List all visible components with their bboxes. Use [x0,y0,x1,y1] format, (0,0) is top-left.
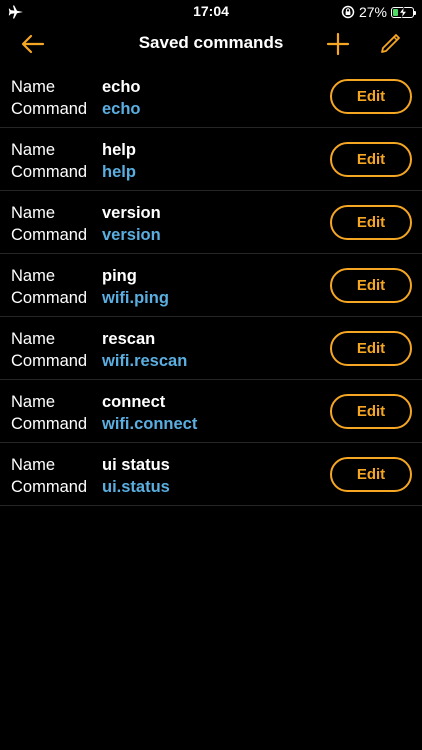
command-value: wifi.rescan [102,352,188,370]
edit-button[interactable]: Edit [330,268,412,303]
name-label: Name [11,78,56,96]
edit-button[interactable]: Edit [330,205,412,240]
row-labels: Name Command [11,139,87,183]
rotation-lock-icon [341,5,355,19]
row-labels: Name Command [11,265,87,309]
command-name: ui status [102,456,170,474]
command-label: Command [11,478,88,496]
command-label: Command [11,289,88,307]
battery-percent: 27% [358,4,387,20]
command-label: Command [11,100,88,118]
command-value: help [102,163,136,181]
edit-button[interactable]: Edit [330,331,412,366]
status-bar: 17:04 27% [0,0,422,24]
row-values: help help [102,139,136,183]
command-label: Command [11,415,88,433]
battery-cap [414,10,416,15]
list-item: Name Command echo echo Edit [0,65,422,128]
command-value: wifi.connect [102,415,198,433]
command-name: echo [102,78,141,96]
command-label: Command [11,226,88,244]
charging-bolt-icon [398,6,408,18]
saved-commands-list: Name Command echo echo Edit Name Command… [0,65,422,506]
command-name: version [102,204,161,222]
command-value: version [102,226,161,244]
row-labels: Name Command [11,454,87,498]
command-name: ping [102,267,137,285]
name-label: Name [11,456,56,474]
list-item: Name Command ping wifi.ping Edit [0,254,422,317]
battery-icon [391,6,416,18]
row-values: ui status ui.status [102,454,170,498]
status-right: 27% [341,3,416,21]
edit-button[interactable]: Edit [330,142,412,177]
row-labels: Name Command [11,391,87,435]
command-name: rescan [102,330,156,348]
command-value: ui.status [102,478,170,496]
command-label: Command [11,163,88,181]
row-values: ping wifi.ping [102,265,169,309]
name-label: Name [11,393,56,411]
list-item: Name Command help help Edit [0,128,422,191]
command-name: help [102,141,136,159]
name-label: Name [11,141,56,159]
list-item: Name Command version version Edit [0,191,422,254]
row-labels: Name Command [11,76,87,120]
name-label: Name [11,267,56,285]
command-value: echo [102,100,141,118]
page-title: Saved commands [138,33,284,52]
name-label: Name [11,330,56,348]
edit-button[interactable]: Edit [330,79,412,114]
row-values: echo echo [102,76,141,120]
row-values: rescan wifi.rescan [102,328,187,372]
command-value: wifi.ping [102,289,169,307]
name-label: Name [11,204,56,222]
list-item: Name Command connect wifi.connect Edit [0,380,422,443]
row-labels: Name Command [11,328,87,372]
plus-icon[interactable] [324,30,352,58]
row-values: version version [102,202,161,246]
row-values: connect wifi.connect [102,391,197,435]
list-item: Name Command rescan wifi.rescan Edit [0,317,422,380]
navigation-bar: Saved commands [0,24,422,64]
command-name: connect [102,393,166,411]
row-labels: Name Command [11,202,87,246]
edit-button[interactable]: Edit [330,394,412,429]
list-item: Name Command ui status ui.status Edit [0,443,422,506]
pencil-icon[interactable] [376,30,404,58]
command-label: Command [11,352,88,370]
edit-button[interactable]: Edit [330,457,412,492]
